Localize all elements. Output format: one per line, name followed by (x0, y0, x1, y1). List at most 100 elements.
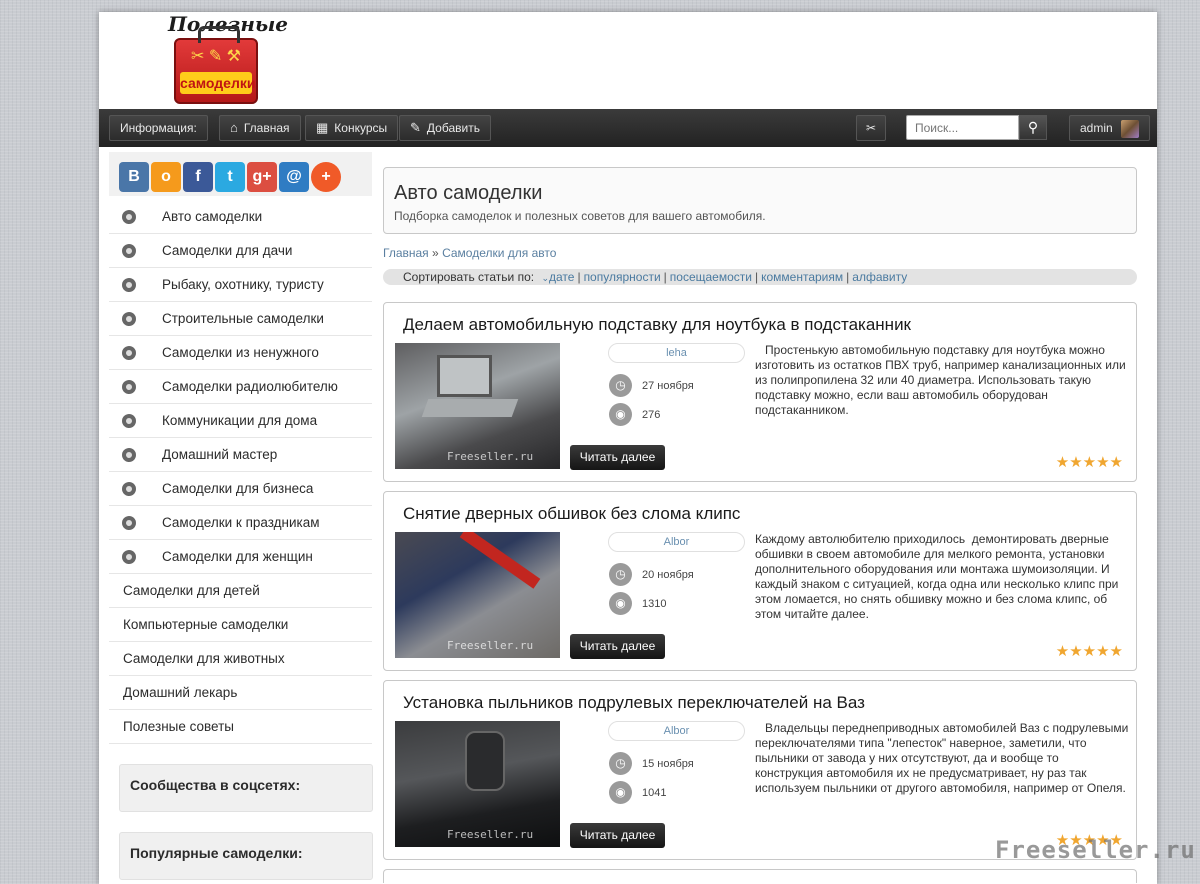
article-views: 1310 (642, 598, 667, 610)
sidebar-item-label: Авто самоделки (162, 209, 263, 224)
rating-stars[interactable]: ★★★★★ (1056, 453, 1123, 471)
thumb-watermark: Freeseller.ru (447, 828, 534, 841)
divider: | (846, 270, 850, 284)
add-share-icon[interactable]: + (311, 162, 341, 192)
sidebar-item[interactable]: Самоделки для животных (109, 642, 372, 676)
breadcrumb-home[interactable]: Главная (383, 246, 429, 260)
info-menu-button[interactable]: Информация: (109, 115, 208, 141)
sidebar-item[interactable]: Самоделки из ненужного (109, 336, 372, 370)
search-input[interactable] (906, 115, 1019, 140)
rating-stars[interactable]: ★★★★★ (1056, 642, 1123, 660)
google-plus-icon[interactable]: g+ (247, 162, 277, 192)
mail-icon[interactable]: @ (279, 162, 309, 192)
bullet-icon (122, 380, 136, 394)
article-date: 15 ноября (642, 758, 694, 770)
article-author[interactable]: Albor (608, 532, 745, 552)
page-container: Полезные ✂ ✎ ⚒ самоделки Информация: ⌂ Гл… (99, 12, 1157, 884)
bullet-icon (122, 346, 136, 360)
article-title[interactable]: Делаем автомобильную подставку для ноутб… (403, 315, 911, 335)
laptop-screen (437, 355, 492, 397)
odnoklassniki-icon[interactable]: о (151, 162, 181, 192)
nav-contests-button[interactable]: ▦ Конкурсы (305, 115, 399, 141)
toolbox-icon: ✂ ✎ ⚒ самоделки (174, 26, 258, 104)
read-more-button[interactable]: Читать далее (570, 634, 665, 659)
bullet-icon (122, 278, 136, 292)
eye-icon: ◉ (609, 592, 632, 615)
article-views: 276 (642, 409, 661, 421)
divider: | (663, 270, 667, 284)
article-author[interactable]: leha (608, 343, 745, 363)
top-navbar: Информация: ⌂ Главная ▦ Конкурсы ✎ Добавить… (99, 109, 1157, 147)
category-menu: Авто самоделки Самоделки для дачи Рыбаку… (109, 200, 372, 744)
sidebar-item[interactable]: Компьютерные самоделки (109, 608, 372, 642)
social-communities-box: Сообщества в соцсетях: (119, 764, 373, 812)
sidebar-item[interactable]: Авто самоделки (109, 200, 372, 234)
search-icon: ⚲ (1027, 119, 1039, 135)
sidebar-item[interactable]: Самоделки к праздникам (109, 506, 372, 540)
breadcrumb-separator: » (432, 246, 439, 260)
article-excerpt: Каждому автолюбителю приходилось демонти… (755, 532, 1122, 621)
watermark: Freeseller.ru (995, 836, 1196, 864)
thumb-watermark: Freeseller.ru (447, 450, 534, 463)
sidebar-item[interactable]: Самоделки для детей (109, 574, 372, 608)
facebook-icon[interactable]: f (183, 162, 213, 192)
vk-icon[interactable]: В (119, 162, 149, 192)
sidebar-item[interactable]: Самоделки для дачи (109, 234, 372, 268)
clock-icon: ◷ (609, 752, 632, 775)
sort-by-views[interactable]: посещаемости (670, 270, 752, 284)
breadcrumb-current[interactable]: Самоделки для авто (442, 246, 556, 260)
article-thumbnail[interactable]: Freeseller.ru (395, 721, 560, 847)
nav-contests-label: Конкурсы (334, 121, 388, 135)
sidebar-item[interactable]: Домашний мастер (109, 438, 372, 472)
laptop-base (421, 399, 519, 417)
site-logo[interactable]: Полезные ✂ ✎ ⚒ самоделки (154, 12, 294, 108)
sort-bar: Сортировать статьи по: ⌄дате | популярност… (383, 269, 1137, 285)
sort-by-comments[interactable]: комментариям (761, 270, 843, 284)
bullet-icon (122, 482, 136, 496)
sidebar-item[interactable]: Полезные советы (109, 710, 372, 744)
logo-subtitle: самоделки (180, 72, 255, 94)
article-views: 1041 (642, 787, 667, 799)
article-card-partial (383, 869, 1137, 883)
read-more-button[interactable]: Читать далее (570, 823, 665, 848)
nav-home-label: Главная (243, 121, 290, 135)
article-card: Установка пыльников подрулевых переключа… (383, 680, 1137, 860)
sort-by-date[interactable]: дате (549, 270, 574, 284)
search-button[interactable]: ⚲ (1019, 115, 1047, 140)
bullet-icon (122, 210, 136, 224)
sort-label: Сортировать статьи по: (403, 270, 535, 284)
twitter-icon[interactable]: t (215, 162, 245, 192)
thumb-watermark: Freeseller.ru (447, 639, 534, 652)
user-menu-button[interactable]: admin (1069, 115, 1150, 141)
scissors-icon: ✂ (865, 121, 877, 135)
home-icon: ⌂ (230, 120, 238, 135)
sidebar-item[interactable]: Самоделки для бизнеса (109, 472, 372, 506)
nav-home-button[interactable]: ⌂ Главная (219, 115, 301, 141)
sidebar-item-label: Домашний мастер (162, 447, 278, 462)
article-author[interactable]: Albor (608, 721, 745, 741)
sidebar-item[interactable]: Самоделки радиолюбителю (109, 370, 372, 404)
scissors-button[interactable]: ✂ (856, 115, 886, 141)
tools-icon: ✂ ✎ ⚒ (190, 48, 242, 65)
nav-add-button[interactable]: ✎ Добавить (399, 115, 491, 141)
sort-by-popularity[interactable]: популярности (584, 270, 661, 284)
article-thumbnail[interactable]: Freeseller.ru (395, 343, 560, 469)
sidebar-item[interactable]: Рыбаку, охотнику, туристу (109, 268, 372, 302)
article-title[interactable]: Установка пыльников подрулевых переключа… (403, 693, 865, 713)
sidebar-item[interactable]: Строительные самоделки (109, 302, 372, 336)
article-title[interactable]: Снятие дверных обшивок без слома клипс (403, 504, 740, 524)
sidebar-item-label: Самоделки для женщин (162, 549, 313, 564)
bullet-icon (122, 550, 136, 564)
divider: | (754, 270, 759, 284)
main-content: Авто самоделки Подборка самоделок и поле… (383, 167, 1137, 883)
sidebar-item[interactable]: Самоделки для женщин (109, 540, 372, 574)
screwdriver-icon (459, 532, 541, 589)
divider: | (577, 270, 581, 284)
sidebar-item[interactable]: Коммуникации для дома (109, 404, 372, 438)
article-thumbnail[interactable]: Freeseller.ru (395, 532, 560, 658)
sidebar-item[interactable]: Домашний лекарь (109, 676, 372, 710)
sort-by-alphabet[interactable]: алфавиту (852, 270, 907, 284)
bullet-icon (122, 414, 136, 428)
read-more-button[interactable]: Читать далее (570, 445, 665, 470)
article-card: Делаем автомобильную подставку для ноутб… (383, 302, 1137, 482)
